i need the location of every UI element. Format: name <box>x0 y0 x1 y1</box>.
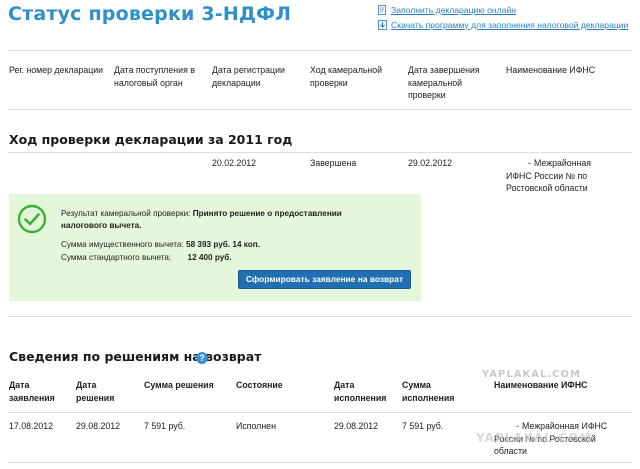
divider <box>8 412 632 413</box>
check-ifns-name: Межрайонная ИФНС России № по Ростовской … <box>506 158 592 194</box>
refund-decision-amount: 7 591 руб. <box>144 421 186 431</box>
divider <box>8 109 632 110</box>
check-end-date: 29.02.2012 <box>408 158 453 168</box>
result-decision-line: Результат камеральной проверки: Принято … <box>61 208 361 232</box>
refund-state: Исполнен <box>236 421 276 431</box>
header-app-date: Дата заявления <box>9 380 55 403</box>
header-received-date: Дата поступления в налоговый орган <box>114 65 195 88</box>
page-title: Статус проверки 3-НДФЛ <box>8 3 292 25</box>
download-program-link[interactable]: Скачать программу для заполнения налогов… <box>378 17 640 32</box>
check-status: Завершена <box>310 158 357 168</box>
divider <box>8 152 632 153</box>
refund-section-title: Сведения по решениям на возврат <box>9 349 262 364</box>
refund-app-date: 17.08.2012 <box>9 421 54 431</box>
header-state: Состояние <box>236 380 283 390</box>
edit-document-icon <box>378 4 386 15</box>
header-check-end-date: Дата завершения камеральной проверки <box>408 65 480 101</box>
divider <box>8 50 632 51</box>
help-icon[interactable]: ? <box>196 352 208 364</box>
refund-decision-date: 29.08.2012 <box>76 421 121 431</box>
fill-online-label[interactable]: Заполнить декларацию онлайн <box>391 5 516 15</box>
check-circle-icon <box>17 204 47 234</box>
header-ifns-name: Наименование ИФНС <box>506 65 596 75</box>
property-deduction-line: Сумма имущественного вычета: 58 393 руб.… <box>61 239 260 251</box>
header-execution-date: Дата исполнения <box>334 380 387 403</box>
property-deduction-label: Сумма имущественного вычета: <box>61 240 184 249</box>
top-links: Заполнить декларацию онлайн Скачать прог… <box>378 2 640 32</box>
header-check-progress: Ход камеральной проверки <box>310 65 383 88</box>
refund-execution-date: 29.08.2012 <box>334 421 379 431</box>
create-refund-application-button[interactable]: Сформировать заявление на возврат <box>238 270 411 289</box>
refund-ifns-name: Межрайонная ИФНС России № по Ростовской … <box>494 421 608 457</box>
header-registered-date: Дата регистрации декларации <box>212 65 285 88</box>
standard-deduction-line: Сумма стандартного вычета: 12 400 руб. <box>61 252 232 264</box>
fill-online-link[interactable]: Заполнить декларацию онлайн <box>378 2 640 17</box>
standard-deduction-label: Сумма стандартного вычета: <box>61 253 172 262</box>
download-program-label[interactable]: Скачать программу для заполнения налогов… <box>391 20 628 30</box>
result-label: Результат камеральной проверки: <box>61 209 191 218</box>
refund-table-header: Дата заявления Дата решения Сумма решени… <box>0 379 640 409</box>
result-panel: Результат камеральной проверки: Принято … <box>9 194 421 301</box>
declaration-table-header: Рег. номер декларации Дата поступления в… <box>0 64 640 104</box>
header-reg-number: Рег. номер декларации <box>9 65 104 75</box>
header-refund-ifns-name: Наименование ИФНС <box>494 380 588 390</box>
standard-deduction-value: 12 400 руб. <box>187 253 232 262</box>
divider <box>8 462 632 463</box>
divider <box>8 316 632 317</box>
download-icon <box>378 19 387 30</box>
property-deduction-value: 58 393 руб. 14 коп. <box>186 240 260 249</box>
check-section-title: Ход проверки декларации за 2011 год <box>9 132 293 147</box>
refund-execution-amount: 7 591 руб. <box>402 421 444 431</box>
check-registered-date: 20.02.2012 <box>212 158 257 168</box>
header-decision-amount: Сумма решения <box>144 380 214 390</box>
header-decision-date: Дата решения <box>76 380 115 403</box>
header-execution-amount: Сумма исполнения <box>402 380 455 403</box>
